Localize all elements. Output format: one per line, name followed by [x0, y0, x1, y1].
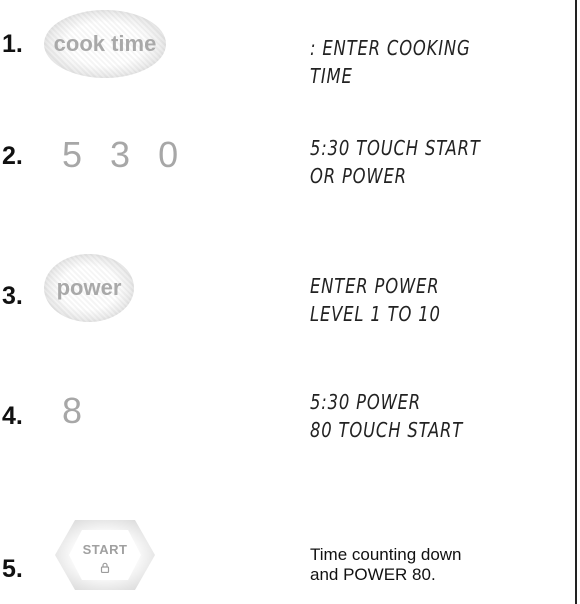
- start-button-label: START: [82, 542, 128, 557]
- number-keys: 8: [62, 390, 110, 432]
- display-line: : ENTER COOKING TIME: [310, 36, 471, 88]
- step-4: 4. 8 5:30 POWER 80 TOUCH START: [0, 370, 570, 470]
- power-key[interactable]: power: [44, 254, 134, 322]
- display-line: 5:30 TOUCH START: [310, 136, 481, 160]
- status-line: Time counting down: [310, 545, 462, 564]
- cook-time-key[interactable]: cook time: [44, 10, 166, 78]
- display-line: LEVEL 1 TO 10: [310, 302, 441, 326]
- power-key-label: power: [56, 275, 122, 300]
- status-line: and POWER 80.: [310, 565, 436, 584]
- step-number: 3.: [2, 282, 23, 310]
- digit-key-0[interactable]: 0: [158, 134, 192, 175]
- step-number: 4.: [2, 402, 23, 430]
- digit-key-8[interactable]: 8: [62, 390, 96, 431]
- step-1: 1. cook time : ENTER COOKING TIME: [0, 0, 570, 88]
- display-line: 80 TOUCH START: [310, 418, 464, 442]
- step-3: 3. power ENTER POWER LEVEL 1 TO 10: [0, 240, 570, 340]
- page-border: [575, 0, 577, 604]
- step-number: 1.: [2, 30, 23, 58]
- digit-key-3[interactable]: 3: [110, 134, 144, 175]
- start-button[interactable]: START: [55, 520, 155, 590]
- cook-time-key-label: cook time: [53, 31, 157, 56]
- display-line: 5:30 POWER: [310, 390, 422, 414]
- display-line: OR POWER: [310, 164, 407, 188]
- display-message: 5:30 TOUCH START OR POWER: [310, 134, 519, 190]
- display-message: : ENTER COOKING TIME: [310, 34, 519, 90]
- display-line: ENTER POWER: [310, 274, 440, 298]
- step-2: 2. 530 5:30 TOUCH START OR POWER: [0, 100, 570, 200]
- status-text: Time counting down and POWER 80.: [310, 545, 560, 585]
- display-message: ENTER POWER LEVEL 1 TO 10: [310, 272, 519, 328]
- step-number: 5.: [2, 555, 23, 583]
- lock-icon: [100, 562, 110, 574]
- step-number: 2.: [2, 142, 23, 170]
- display-message: 5:30 POWER 80 TOUCH START: [310, 388, 519, 444]
- number-keys: 530: [62, 134, 206, 176]
- digit-key-5[interactable]: 5: [62, 134, 96, 175]
